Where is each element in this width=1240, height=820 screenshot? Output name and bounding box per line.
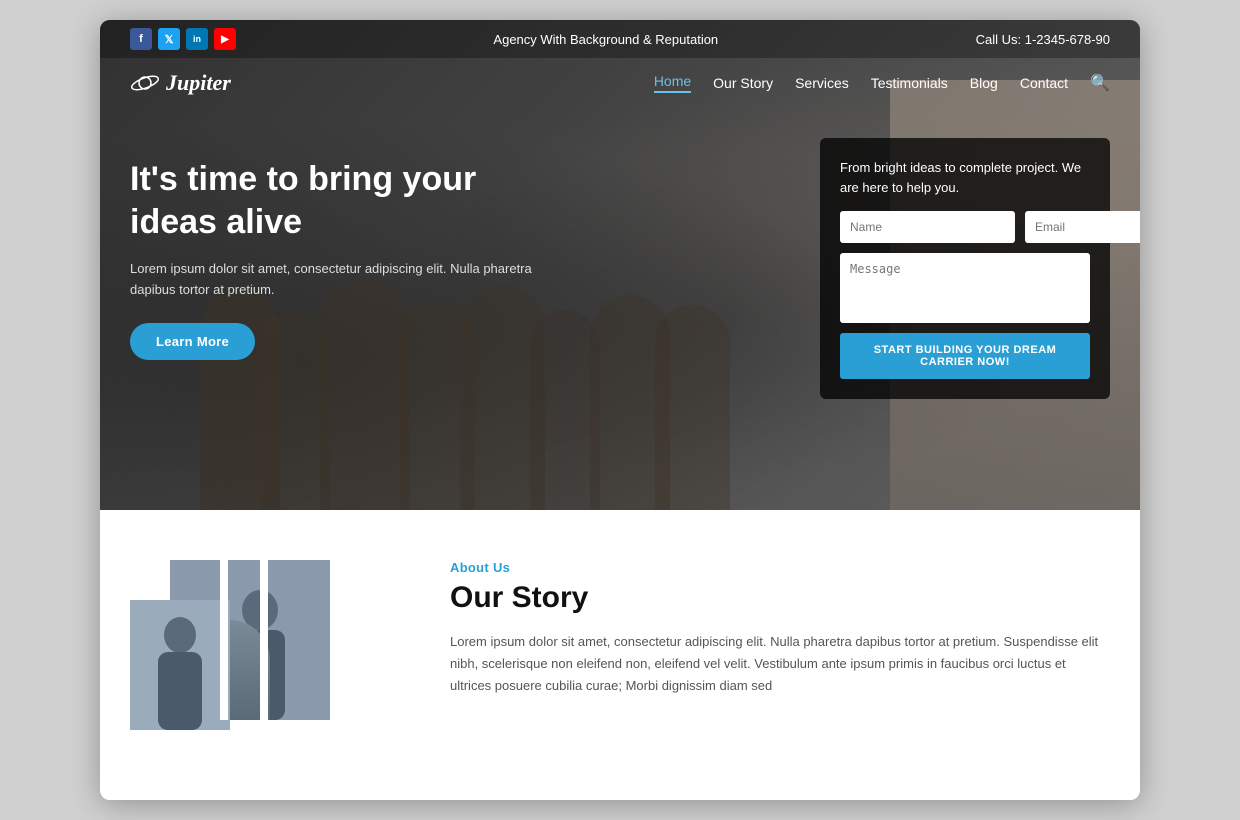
search-icon[interactable]: 🔍 [1090, 73, 1110, 93]
form-name-email-row [840, 211, 1090, 243]
about-image-svg-2 [130, 600, 230, 730]
about-description: Lorem ipsum dolor sit amet, consectetur … [450, 631, 1110, 697]
nav-home[interactable]: Home [654, 73, 691, 93]
hero-section: f 𝕏 in ▶ Agency With Background & Reputa… [100, 20, 1140, 510]
nav-services[interactable]: Services [795, 75, 849, 91]
hero-left-content: It's time to bring your ideas alive Lore… [130, 138, 570, 360]
logo-text: Jupiter [166, 70, 231, 96]
nav-contact[interactable]: Contact [1020, 75, 1068, 91]
about-text: About Us Our Story Lorem ipsum dolor sit… [450, 560, 1110, 697]
submit-button[interactable]: START BUILDING YOUR DREAM CARRIER NOW! [840, 333, 1090, 379]
twitter-icon[interactable]: 𝕏 [158, 28, 180, 50]
about-section: About Us Our Story Lorem ipsum dolor sit… [100, 510, 1140, 800]
top-bar: f 𝕏 in ▶ Agency With Background & Reputa… [100, 20, 1140, 58]
about-title: Our Story [450, 581, 1110, 615]
collage-stripe-2 [260, 560, 268, 720]
about-label: About Us [450, 560, 1110, 575]
about-image-2 [130, 600, 230, 730]
learn-more-button[interactable]: Learn More [130, 323, 255, 360]
nav-blog[interactable]: Blog [970, 75, 998, 91]
hero-description: Lorem ipsum dolor sit amet, consectetur … [130, 259, 570, 301]
contact-card-description: From bright ideas to complete project. W… [840, 158, 1090, 197]
linkedin-icon[interactable]: in [186, 28, 208, 50]
logo-icon [130, 68, 160, 98]
hero-title: It's time to bring your ideas alive [130, 158, 570, 243]
top-bar-tagline: Agency With Background & Reputation [493, 32, 718, 47]
hero-content: It's time to bring your ideas alive Lore… [100, 108, 1140, 419]
navigation: Jupiter Home Our Story Services Testimon… [100, 58, 1140, 108]
nav-our-story[interactable]: Our Story [713, 75, 773, 91]
contact-card: From bright ideas to complete project. W… [820, 138, 1110, 399]
message-textarea[interactable] [840, 253, 1090, 323]
social-icons-group: f 𝕏 in ▶ [130, 28, 236, 50]
nav-testimonials[interactable]: Testimonials [871, 75, 948, 91]
logo[interactable]: Jupiter [130, 68, 231, 98]
youtube-icon[interactable]: ▶ [214, 28, 236, 50]
nav-links: Home Our Story Services Testimonials Blo… [654, 73, 1110, 93]
facebook-icon[interactable]: f [130, 28, 152, 50]
collage-stripe-1 [220, 560, 228, 720]
about-images [130, 560, 410, 760]
email-input[interactable] [1025, 211, 1140, 243]
name-input[interactable] [840, 211, 1015, 243]
browser-window: f 𝕏 in ▶ Agency With Background & Reputa… [100, 20, 1140, 800]
top-bar-phone: Call Us: 1-2345-678-90 [976, 32, 1110, 47]
